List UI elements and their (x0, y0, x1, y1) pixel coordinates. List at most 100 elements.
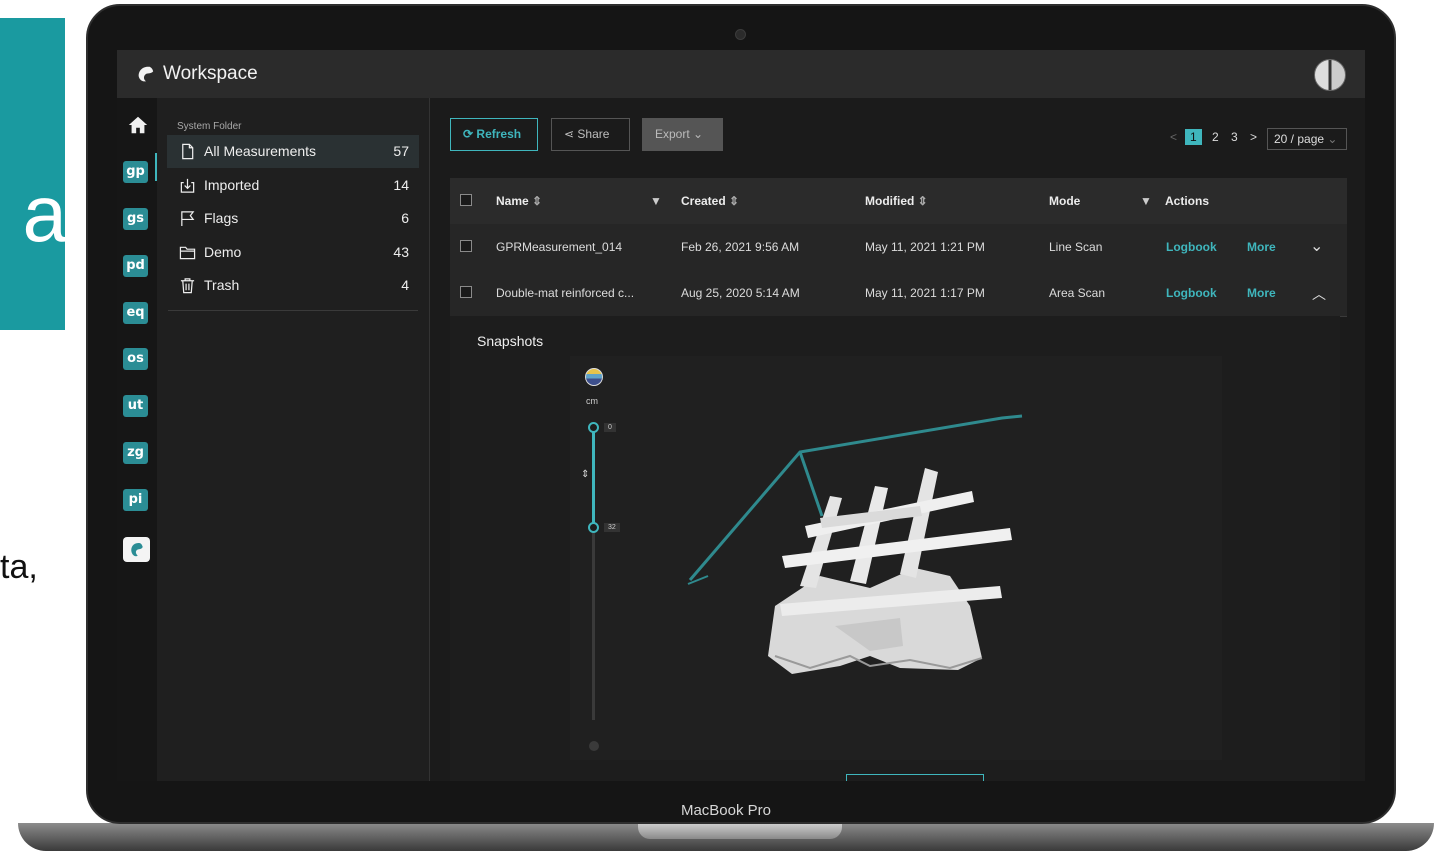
folder-icon (179, 246, 196, 260)
folder-label: All Measurements (204, 143, 317, 159)
refresh-icon: ⟳ (463, 127, 474, 141)
export-button[interactable]: Export ⌄ (642, 118, 723, 151)
rail-item-pd[interactable]: pd (123, 255, 148, 277)
refresh-button[interactable]: ⟳ Refresh (450, 118, 538, 151)
row-checkbox[interactable] (460, 240, 472, 252)
brand-app-button[interactable] (123, 537, 150, 562)
row-mode: Area Scan (1049, 286, 1106, 300)
prev-page-icon[interactable]: < (1170, 130, 1177, 144)
3d-rebar-model (687, 414, 1023, 674)
select-all-checkbox[interactable] (460, 194, 472, 206)
folder-label: Imported (204, 177, 260, 193)
app-title: Workspace (163, 63, 258, 84)
col-mode[interactable]: Mode (1049, 194, 1080, 208)
next-page-icon[interactable]: > (1250, 130, 1257, 144)
table-row[interactable]: GPRMeasurement_014 Feb 26, 2021 9:56 AM … (450, 224, 1347, 271)
col-modified-label: Modified (865, 194, 915, 208)
laptop-notch (638, 823, 842, 839)
row-modified: May 11, 2021 1:17 PM (865, 286, 985, 300)
rail-item-os[interactable]: os (123, 348, 148, 370)
camera-icon (735, 29, 746, 40)
sort-icon: ⇕ (532, 194, 543, 208)
export-label: Export (655, 127, 690, 141)
app-logo-icon (138, 66, 154, 82)
folder-count: 57 (393, 143, 409, 159)
folder-label: Flags (204, 210, 239, 226)
home-icon[interactable] (127, 114, 149, 136)
chevron-up-icon[interactable]: ︿ (1312, 284, 1326, 304)
folder-trash[interactable]: Trash 4 (167, 269, 419, 302)
logbook-link[interactable]: Logbook (1166, 240, 1217, 254)
main-content: ⟳ Refresh ⋖ Share Export ⌄ < 1 2 3 > 20 … (430, 98, 1365, 781)
import-icon (180, 178, 195, 193)
row-mode: Line Scan (1049, 240, 1103, 254)
logbook-link[interactable]: Logbook (1166, 286, 1217, 300)
user-avatar[interactable] (1314, 59, 1346, 91)
row-checkbox[interactable] (460, 286, 472, 298)
trash-icon (180, 278, 195, 294)
filter-icon[interactable]: ▼ (1140, 194, 1152, 208)
folder-divider (168, 310, 418, 311)
background-teal-panel: a (0, 18, 67, 330)
rail-item-ut[interactable]: ut (123, 395, 148, 417)
table-row[interactable]: Double-mat reinforced c... Aug 25, 2020 … (450, 270, 1347, 317)
snapshots-title: Snapshots (477, 333, 544, 349)
folder-header: System Folder (177, 121, 242, 132)
folder-panel: System Folder All Measurements 57 Import… (157, 98, 430, 781)
col-modified[interactable]: Modified ⇕ (865, 194, 928, 208)
col-name[interactable]: Name ⇕ (496, 194, 542, 208)
page-size-value: 20 / page (1274, 132, 1325, 146)
folder-imported[interactable]: Imported 14 (167, 169, 419, 202)
folder-label: Demo (204, 244, 242, 260)
col-created-label: Created (681, 194, 726, 208)
page-1[interactable]: 1 (1185, 129, 1202, 145)
folder-count: 43 (393, 244, 409, 260)
more-link[interactable]: More (1247, 286, 1276, 300)
page-number: 1 (1185, 129, 1202, 145)
rail-item-pi[interactable]: pi (123, 489, 148, 511)
background-text: ta, (0, 548, 38, 586)
app-window: Workspace gp gs pd eq os ut zg pi System… (117, 50, 1365, 781)
row-modified: May 11, 2021 1:21 PM (865, 240, 985, 254)
rail-item-gp[interactable]: gp (123, 161, 148, 183)
laptop-base (18, 823, 1434, 851)
share-label: Share (577, 127, 610, 141)
page-3[interactable]: 3 (1231, 130, 1238, 144)
app-header: Workspace (117, 50, 1365, 98)
product-rail: gp gs pd eq os ut zg pi (117, 98, 157, 781)
col-actions: Actions (1165, 194, 1210, 208)
page-size-select[interactable]: 20 / page ⌄ (1267, 128, 1347, 150)
table-header: Name ⇕ ▼ Created ⇕ Modified ⇕ Mode ▼ Act… (450, 178, 1347, 225)
folder-label: Trash (204, 277, 240, 293)
snapshot-thumbnail-frame[interactable] (846, 774, 984, 781)
row-name: GPRMeasurement_014 (496, 240, 623, 254)
chevron-down-icon: ⌄ (693, 127, 704, 141)
rail-item-zg[interactable]: zg (123, 442, 148, 464)
col-created[interactable]: Created ⇕ (681, 194, 739, 208)
page-2[interactable]: 2 (1212, 130, 1219, 144)
sort-icon: ⇕ (729, 194, 740, 208)
sort-icon: ⇕ (917, 194, 928, 208)
row-created: Feb 26, 2021 9:56 AM (681, 240, 800, 254)
folder-all-measurements[interactable]: All Measurements 57 (167, 135, 419, 168)
chevron-down-icon: ⌄ (1327, 132, 1338, 146)
folder-count: 6 (401, 210, 409, 226)
chevron-down-icon[interactable]: ⌄ (1310, 236, 1323, 256)
folder-flags[interactable]: Flags 6 (167, 202, 419, 235)
folder-count: 4 (401, 277, 409, 293)
row-name: Double-mat reinforced c... (496, 286, 635, 300)
rail-item-eq[interactable]: eq (123, 302, 148, 324)
document-icon (182, 143, 194, 160)
share-icon: ⋖ (564, 127, 575, 141)
rail-item-gs[interactable]: gs (123, 208, 148, 230)
folder-demo[interactable]: Demo 43 (167, 236, 419, 269)
more-link[interactable]: More (1247, 240, 1276, 254)
3d-viewer[interactable]: cm 0 32 ⇕ (570, 356, 1222, 760)
flag-icon (181, 211, 195, 227)
brand-logo-icon (131, 543, 143, 557)
filter-icon[interactable]: ▼ (650, 194, 662, 208)
folder-count: 14 (393, 177, 409, 193)
refresh-label: Refresh (476, 127, 522, 141)
row-created: Aug 25, 2020 5:14 AM (681, 286, 800, 300)
share-button[interactable]: ⋖ Share (551, 118, 630, 151)
